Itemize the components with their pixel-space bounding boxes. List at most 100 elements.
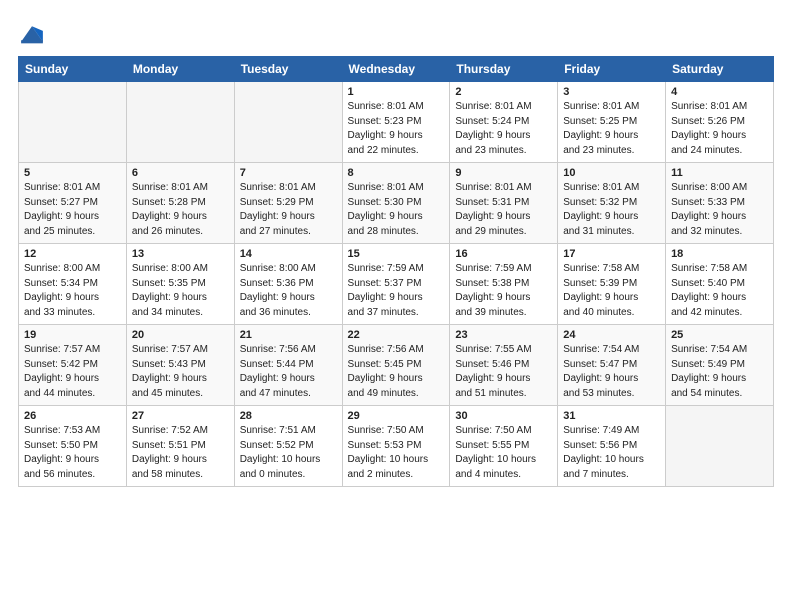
day-info: Sunrise: 7:59 AMSunset: 5:38 PMDaylight:… [455, 262, 552, 320]
day-header-wednesday: Wednesday [342, 57, 450, 82]
day-number: 14 [240, 248, 337, 260]
day-number: 16 [455, 248, 552, 260]
day-cell: 4 Sunrise: 8:01 AMSunset: 5:26 PMDaylight… [666, 82, 774, 163]
day-cell: 11 Sunrise: 8:00 AMSunset: 5:33 PMDayligh… [666, 163, 774, 244]
day-cell [126, 82, 234, 163]
day-cell: 1Sunrise: 8:01 AMSunset: 5:23 PMDaylight… [342, 82, 450, 163]
day-number: 21 [240, 329, 337, 341]
day-cell: 6 Sunrise: 8:01 AMSunset: 5:28 PMDaylight… [126, 163, 234, 244]
day-info: Sunrise: 7:56 AMSunset: 5:44 PMDaylight:… [240, 343, 337, 401]
day-number: 12 [24, 248, 121, 260]
day-info: Sunrise: 7:49 AMSunset: 5:56 PMDaylight:… [563, 424, 660, 482]
day-info: Sunrise: 7:51 AMSunset: 5:52 PMDaylight:… [240, 424, 337, 482]
day-number: 22 [348, 329, 445, 341]
day-number: 2 [455, 86, 552, 98]
day-cell: 7 Sunrise: 8:01 AMSunset: 5:29 PMDaylight… [234, 163, 342, 244]
day-number: 15 [348, 248, 445, 260]
day-cell: 17 Sunrise: 7:58 AMSunset: 5:39 PMDayligh… [558, 244, 666, 325]
day-info: Sunrise: 7:57 AMSunset: 5:43 PMDaylight:… [132, 343, 229, 401]
calendar-page: SundayMondayTuesdayWednesdayThursdayFrid… [0, 0, 792, 612]
day-number: 27 [132, 410, 229, 422]
day-number: 25 [671, 329, 768, 341]
day-cell: 24 Sunrise: 7:54 AMSunset: 5:47 PMDayligh… [558, 325, 666, 406]
week-row-2: 5 Sunrise: 8:01 AMSunset: 5:27 PMDaylight… [19, 163, 774, 244]
day-info: Sunrise: 7:54 AMSunset: 5:47 PMDaylight:… [563, 343, 660, 401]
day-header-thursday: Thursday [450, 57, 558, 82]
day-cell: 23 Sunrise: 7:55 AMSunset: 5:46 PMDayligh… [450, 325, 558, 406]
day-number: 10 [563, 167, 660, 179]
day-cell: 30 Sunrise: 7:50 AMSunset: 5:55 PMDayligh… [450, 406, 558, 487]
day-number: 31 [563, 410, 660, 422]
day-cell: 10 Sunrise: 8:01 AMSunset: 5:32 PMDayligh… [558, 163, 666, 244]
day-info: Sunrise: 7:59 AMSunset: 5:37 PMDaylight:… [348, 262, 445, 320]
day-number: 26 [24, 410, 121, 422]
day-info: Sunrise: 7:58 AMSunset: 5:39 PMDaylight:… [563, 262, 660, 320]
day-info: Sunrise: 7:58 AMSunset: 5:40 PMDaylight:… [671, 262, 768, 320]
day-header-friday: Friday [558, 57, 666, 82]
day-cell: 19 Sunrise: 7:57 AMSunset: 5:42 PMDayligh… [19, 325, 127, 406]
day-info: Sunrise: 7:50 AMSunset: 5:53 PMDaylight:… [348, 424, 445, 482]
day-number: 4 [671, 86, 768, 98]
week-row-3: 12 Sunrise: 8:00 AMSunset: 5:34 PMDayligh… [19, 244, 774, 325]
day-number: 3 [563, 86, 660, 98]
day-cell: 15 Sunrise: 7:59 AMSunset: 5:37 PMDayligh… [342, 244, 450, 325]
day-number: 5 [24, 167, 121, 179]
day-cell: 27 Sunrise: 7:52 AMSunset: 5:51 PMDayligh… [126, 406, 234, 487]
day-cell: 18 Sunrise: 7:58 AMSunset: 5:40 PMDayligh… [666, 244, 774, 325]
day-number: 17 [563, 248, 660, 260]
day-number: 11 [671, 167, 768, 179]
calendar-table: SundayMondayTuesdayWednesdayThursdayFrid… [18, 56, 774, 487]
day-info: Sunrise: 7:52 AMSunset: 5:51 PMDaylight:… [132, 424, 229, 482]
calendar-header-row: SundayMondayTuesdayWednesdayThursdayFrid… [19, 57, 774, 82]
day-cell [19, 82, 127, 163]
week-row-1: 1Sunrise: 8:01 AMSunset: 5:23 PMDaylight… [19, 82, 774, 163]
day-info: Sunrise: 8:01 AMSunset: 5:29 PMDaylight:… [240, 181, 337, 239]
day-number: 9 [455, 167, 552, 179]
day-cell [234, 82, 342, 163]
week-row-5: 26Sunrise: 7:53 AMSunset: 5:50 PMDayligh… [19, 406, 774, 487]
day-info: Sunrise: 8:01 AMSunset: 5:28 PMDaylight:… [132, 181, 229, 239]
day-info: Sunrise: 7:56 AMSunset: 5:45 PMDaylight:… [348, 343, 445, 401]
day-number: 29 [348, 410, 445, 422]
week-row-4: 19 Sunrise: 7:57 AMSunset: 5:42 PMDayligh… [19, 325, 774, 406]
day-number: 6 [132, 167, 229, 179]
day-cell: 26Sunrise: 7:53 AMSunset: 5:50 PMDayligh… [19, 406, 127, 487]
day-number: 23 [455, 329, 552, 341]
day-cell: 25 Sunrise: 7:54 AMSunset: 5:49 PMDayligh… [666, 325, 774, 406]
day-info: Sunrise: 8:00 AMSunset: 5:33 PMDaylight:… [671, 181, 768, 239]
day-number: 18 [671, 248, 768, 260]
day-cell: 21 Sunrise: 7:56 AMSunset: 5:44 PMDayligh… [234, 325, 342, 406]
page-header [18, 16, 774, 48]
day-header-monday: Monday [126, 57, 234, 82]
day-info: Sunrise: 8:01 AMSunset: 5:23 PMDaylight:… [348, 100, 445, 158]
day-info: Sunrise: 7:50 AMSunset: 5:55 PMDaylight:… [455, 424, 552, 482]
day-header-tuesday: Tuesday [234, 57, 342, 82]
day-info: Sunrise: 7:55 AMSunset: 5:46 PMDaylight:… [455, 343, 552, 401]
day-info: Sunrise: 8:01 AMSunset: 5:27 PMDaylight:… [24, 181, 121, 239]
day-header-sunday: Sunday [19, 57, 127, 82]
day-info: Sunrise: 8:01 AMSunset: 5:25 PMDaylight:… [563, 100, 660, 158]
day-number: 19 [24, 329, 121, 341]
day-number: 24 [563, 329, 660, 341]
day-cell [666, 406, 774, 487]
day-cell: 31 Sunrise: 7:49 AMSunset: 5:56 PMDayligh… [558, 406, 666, 487]
day-info: Sunrise: 8:00 AMSunset: 5:36 PMDaylight:… [240, 262, 337, 320]
day-info: Sunrise: 7:54 AMSunset: 5:49 PMDaylight:… [671, 343, 768, 401]
day-number: 20 [132, 329, 229, 341]
day-number: 7 [240, 167, 337, 179]
day-info: Sunrise: 7:57 AMSunset: 5:42 PMDaylight:… [24, 343, 121, 401]
day-cell: 8Sunrise: 8:01 AMSunset: 5:30 PMDaylight… [342, 163, 450, 244]
day-number: 30 [455, 410, 552, 422]
day-cell: 29 Sunrise: 7:50 AMSunset: 5:53 PMDayligh… [342, 406, 450, 487]
day-cell: 20 Sunrise: 7:57 AMSunset: 5:43 PMDayligh… [126, 325, 234, 406]
day-info: Sunrise: 8:01 AMSunset: 5:30 PMDaylight:… [348, 181, 445, 239]
day-info: Sunrise: 8:01 AMSunset: 5:26 PMDaylight:… [671, 100, 768, 158]
day-info: Sunrise: 8:01 AMSunset: 5:32 PMDaylight:… [563, 181, 660, 239]
logo-icon [18, 20, 46, 48]
day-info: Sunrise: 8:00 AMSunset: 5:35 PMDaylight:… [132, 262, 229, 320]
day-number: 28 [240, 410, 337, 422]
day-info: Sunrise: 8:00 AMSunset: 5:34 PMDaylight:… [24, 262, 121, 320]
day-info: Sunrise: 8:01 AMSunset: 5:31 PMDaylight:… [455, 181, 552, 239]
day-cell: 22 Sunrise: 7:56 AMSunset: 5:45 PMDayligh… [342, 325, 450, 406]
day-cell: 3 Sunrise: 8:01 AMSunset: 5:25 PMDaylight… [558, 82, 666, 163]
